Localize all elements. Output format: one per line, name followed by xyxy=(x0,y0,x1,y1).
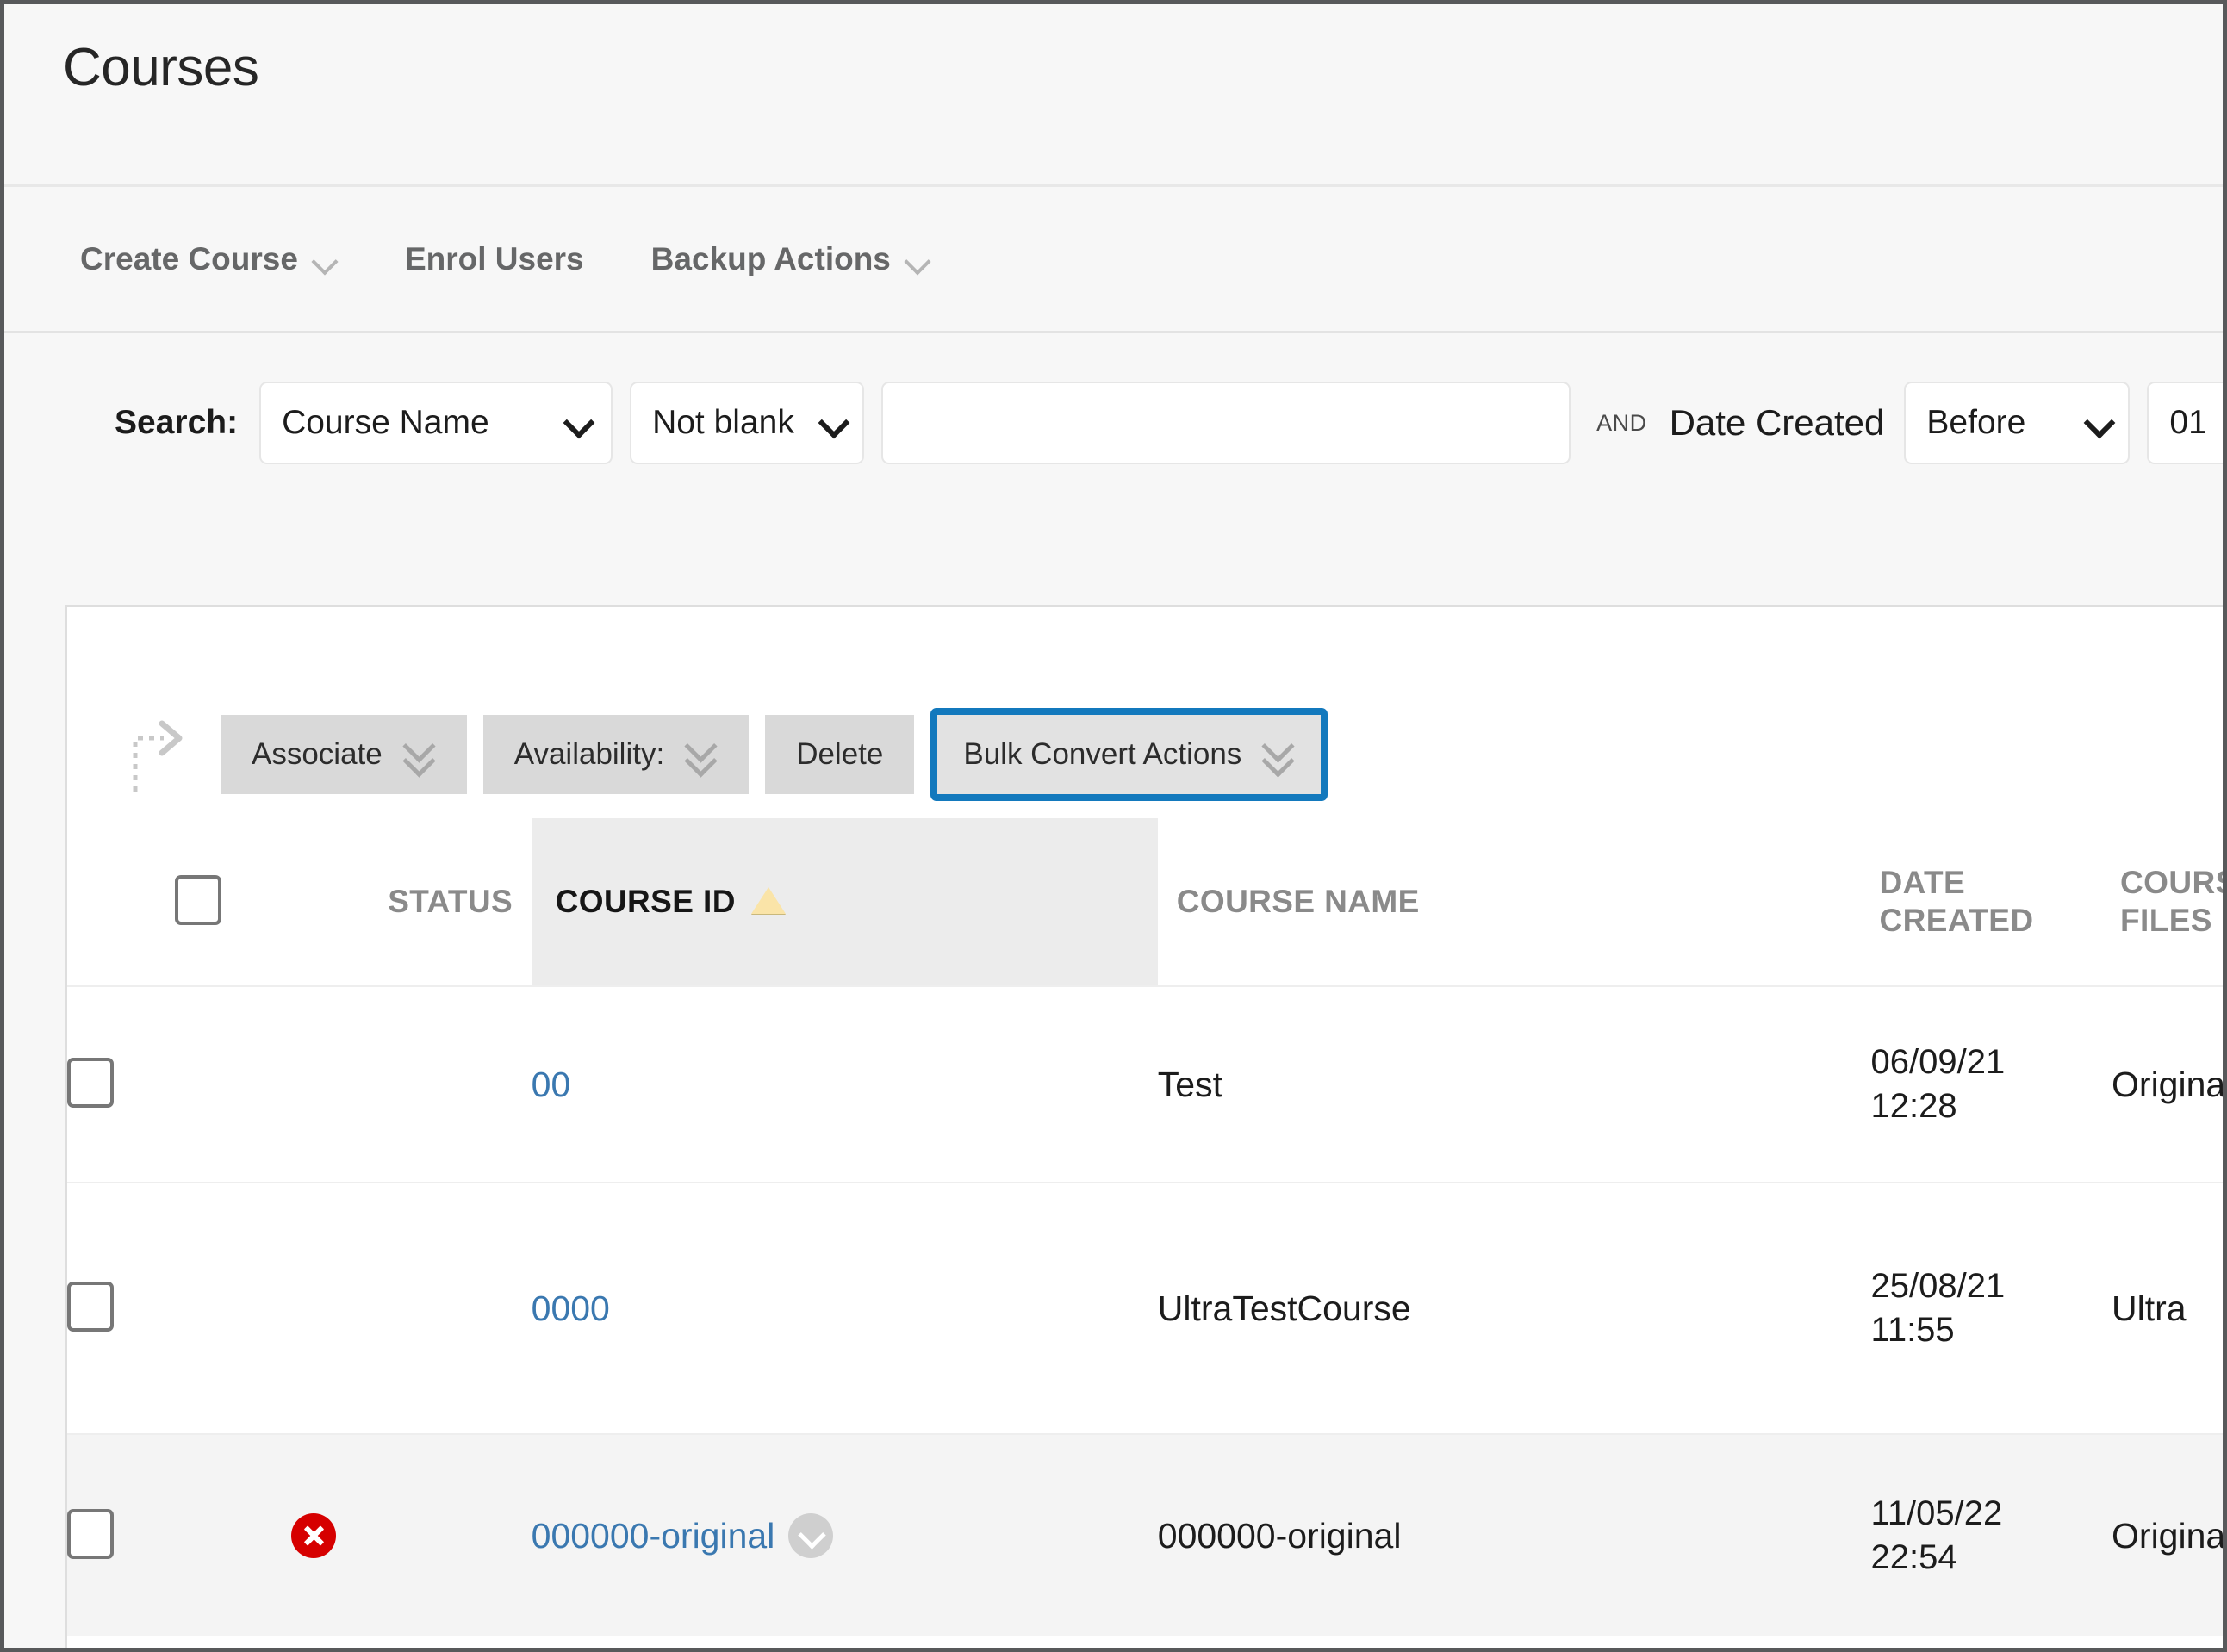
nav-item-backup-actions-label: Backup Actions xyxy=(651,241,891,277)
row-status-cell xyxy=(291,986,531,1183)
header-course-name[interactable]: COURSE NAME xyxy=(1158,818,1871,986)
double-chevron-down-icon xyxy=(683,735,718,774)
courses-table-head: STATUS COURSE ID COURSE NAME DATE xyxy=(67,818,2227,986)
nav-item-create-course-label: Create Course xyxy=(80,241,298,277)
row-course-files-cell: Ultra xyxy=(2112,1183,2227,1434)
header-course-name-label: COURSE NAME xyxy=(1158,883,1871,921)
search-operator-select-value: Not blank xyxy=(652,404,794,442)
row-course-name-cell: UltraTestCourse xyxy=(1158,1183,1871,1434)
select-all-checkbox[interactable] xyxy=(175,875,221,925)
chevron-down-icon xyxy=(312,249,338,275)
course-id-link[interactable]: 000000-original xyxy=(532,1516,775,1556)
sort-ascending-icon xyxy=(751,887,786,914)
header-course-id[interactable]: COURSE ID xyxy=(532,818,1158,986)
availability-button-label: Availability: xyxy=(514,737,664,772)
delete-button-label: Delete xyxy=(796,737,883,772)
associate-button[interactable]: Associate xyxy=(221,715,467,794)
search-conjunction-label: AND xyxy=(1596,410,1647,437)
action-nav-items: Create Course Enrol Users Backup Actions xyxy=(80,187,998,331)
header-course-files-line1: COURSE xyxy=(2120,864,2227,902)
row-status-cell xyxy=(291,1434,531,1636)
chevron-down-icon xyxy=(563,407,594,438)
search-date-created-label: Date Created xyxy=(1670,402,1885,444)
availability-button[interactable]: Availability: xyxy=(483,715,749,794)
row-course-id-cell: 000000-original xyxy=(532,1434,1158,1636)
row-status-cell xyxy=(291,1183,531,1434)
course-id-link[interactable]: 00 xyxy=(532,1065,571,1105)
header-status-label: STATUS xyxy=(291,883,531,921)
error-status-icon xyxy=(291,1513,336,1558)
row-date-created-time: 22:54 xyxy=(1871,1536,2112,1580)
row-date-created-date: 06/09/21 xyxy=(1871,1040,2112,1084)
courses-table-panel: Associate Availability: Delete Bulk Conv… xyxy=(65,605,2227,1652)
header-course-files[interactable]: COURSE FILES xyxy=(2112,818,2227,986)
row-date-created-cell: 25/08/21 11:55 xyxy=(1871,1183,2112,1434)
search-row: Search: Course Name Not blank AND Date C… xyxy=(4,382,2227,464)
search-bar: Search: Course Name Not blank AND Date C… xyxy=(4,336,2223,579)
row-course-name-cell: 000000-original xyxy=(1158,1434,1871,1636)
search-date-value: 01 xyxy=(2169,404,2206,442)
chevron-down-icon xyxy=(818,407,849,438)
row-date-created-cell: 11/05/22 22:54 xyxy=(1871,1434,2112,1636)
page-header: Courses xyxy=(4,4,2223,187)
row-date-created-time: 11:55 xyxy=(1871,1308,2112,1352)
courses-table: STATUS COURSE ID COURSE NAME DATE xyxy=(67,818,2227,1636)
delete-button[interactable]: Delete xyxy=(765,715,914,794)
bulk-convert-actions-button-label: Bulk Convert Actions xyxy=(963,737,1241,772)
table-header-row: STATUS COURSE ID COURSE NAME DATE xyxy=(67,818,2227,986)
table-row[interactable]: 0000 UltraTestCourse 25/08/21 11:55 Ultr… xyxy=(67,1183,2227,1434)
nav-item-enrol-users-label: Enrol Users xyxy=(405,241,584,277)
header-status[interactable]: STATUS xyxy=(291,818,531,986)
search-operator-select[interactable]: Not blank xyxy=(630,382,864,464)
row-course-files-cell: Original xyxy=(2112,986,2227,1183)
nav-item-backup-actions[interactable]: Backup Actions xyxy=(651,241,998,277)
header-select-all xyxy=(67,818,291,986)
search-field-select[interactable]: Course Name xyxy=(259,382,613,464)
row-checkbox-cell xyxy=(67,1183,291,1434)
associate-button-label: Associate xyxy=(252,737,383,772)
double-chevron-down-icon xyxy=(1260,735,1295,774)
header-date-created-line1: DATE xyxy=(1880,864,2112,902)
row-date-created-cell: 06/09/21 12:28 xyxy=(1871,986,2112,1183)
search-field-select-value: Course Name xyxy=(282,404,489,442)
table-toolbar: Associate Availability: Delete Bulk Conv… xyxy=(67,690,1328,819)
row-date-created-time: 12:28 xyxy=(1871,1084,2112,1128)
row-select-checkbox[interactable] xyxy=(67,1282,114,1332)
header-course-id-label: COURSE ID xyxy=(556,883,736,921)
double-chevron-down-icon xyxy=(401,735,436,774)
row-checkbox-cell xyxy=(67,986,291,1183)
courses-table-body: 00 Test 06/09/21 12:28 Original xyxy=(67,986,2227,1636)
row-context-menu-chevron-icon[interactable] xyxy=(788,1513,833,1558)
row-course-id-cell: 0000 xyxy=(532,1183,1158,1434)
table-row[interactable]: 00 Test 06/09/21 12:28 Original xyxy=(67,986,2227,1183)
bulk-convert-actions-button[interactable]: Bulk Convert Actions xyxy=(930,708,1328,801)
row-course-files-cell: Original xyxy=(2112,1434,2227,1636)
chevron-down-icon xyxy=(905,249,930,275)
nav-item-enrol-users[interactable]: Enrol Users xyxy=(405,241,651,277)
table-row[interactable]: 000000-original 000000-original 11/05/22… xyxy=(67,1434,2227,1636)
nav-item-create-course[interactable]: Create Course xyxy=(80,241,405,277)
row-course-name-cell: Test xyxy=(1158,986,1871,1183)
bulk-action-arrow-icon xyxy=(129,716,190,793)
row-select-checkbox[interactable] xyxy=(67,1058,114,1108)
header-course-files-line2: FILES xyxy=(2120,902,2227,940)
row-date-created-date: 11/05/22 xyxy=(1871,1492,2112,1536)
search-date-input[interactable]: 01 xyxy=(2147,382,2227,464)
chevron-down-icon xyxy=(2083,407,2114,438)
search-label: Search: xyxy=(115,404,238,442)
action-nav-bar: Create Course Enrol Users Backup Actions xyxy=(4,187,2223,333)
row-date-created-date: 25/08/21 xyxy=(1871,1264,2112,1308)
search-query-input[interactable] xyxy=(881,382,1571,464)
page-title: Courses xyxy=(63,37,258,98)
course-id-link[interactable]: 0000 xyxy=(532,1289,610,1329)
header-date-created[interactable]: DATE CREATED xyxy=(1871,818,2112,986)
row-select-checkbox[interactable] xyxy=(67,1509,114,1559)
search-date-operator-select[interactable]: Before xyxy=(1904,382,2130,464)
row-course-id-cell: 00 xyxy=(532,986,1158,1183)
row-checkbox-cell xyxy=(67,1434,291,1636)
header-date-created-line2: CREATED xyxy=(1880,902,2112,940)
courses-admin-screen: Courses Create Course Enrol Users Backup… xyxy=(0,0,2227,1652)
search-date-operator-value: Before xyxy=(1926,404,2025,442)
